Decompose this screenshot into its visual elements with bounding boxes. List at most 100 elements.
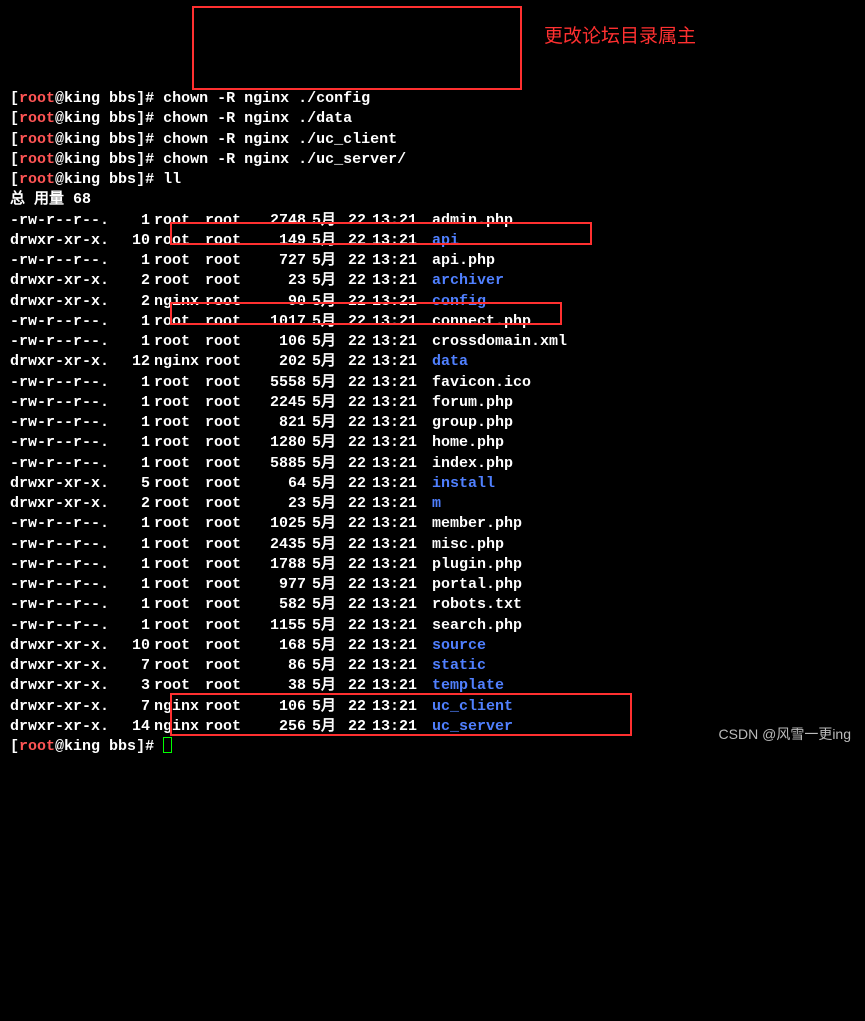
file-size: 106 (260, 332, 306, 352)
file-perm: drwxr-xr-x. (10, 676, 120, 696)
file-links: 10 (120, 231, 150, 251)
file-time: 13:21 (372, 595, 428, 615)
file-group: root (205, 595, 260, 615)
file-day: 22 (340, 616, 372, 636)
file-name: home.php (428, 433, 504, 453)
file-day: 22 (340, 251, 372, 271)
file-time: 13:21 (372, 352, 428, 372)
file-day: 22 (340, 352, 372, 372)
file-owner: root (150, 616, 205, 636)
file-time: 13:21 (372, 575, 428, 595)
file-owner: nginx (150, 352, 205, 372)
file-day: 22 (340, 454, 372, 474)
file-time: 13:21 (372, 494, 428, 514)
file-links: 2 (120, 292, 150, 312)
file-perm: -rw-r--r--. (10, 616, 120, 636)
file-name: forum.php (428, 393, 513, 413)
file-time: 13:21 (372, 555, 428, 575)
file-row: -rw-r--r--.1rootroot55585月2213:21favicon… (10, 373, 855, 393)
highlight-box-uc (170, 693, 632, 736)
file-name: robots.txt (428, 595, 522, 615)
file-group: root (205, 514, 260, 534)
file-day: 22 (340, 514, 372, 534)
file-row: -rw-r--r--.1rootroot7275月2213:21api.php (10, 251, 855, 271)
command-line: [root@king bbs]# chown -R nginx ./data (10, 109, 855, 129)
file-name: api.php (428, 251, 495, 271)
file-month: 5月 (306, 575, 340, 595)
file-row: drwxr-xr-x.2rootroot235月2213:21archiver (10, 271, 855, 291)
file-group: root (205, 373, 260, 393)
file-name: search.php (428, 616, 522, 636)
file-time: 13:21 (372, 616, 428, 636)
file-month: 5月 (306, 373, 340, 393)
file-time: 13:21 (372, 656, 428, 676)
file-size: 2435 (260, 535, 306, 555)
file-time: 13:21 (372, 271, 428, 291)
file-links: 1 (120, 535, 150, 555)
file-group: root (205, 251, 260, 271)
file-perm: -rw-r--r--. (10, 454, 120, 474)
file-row: -rw-r--r--.1rootroot58855月2213:21index.p… (10, 454, 855, 474)
file-perm: -rw-r--r--. (10, 251, 120, 271)
file-perm: drwxr-xr-x. (10, 494, 120, 514)
file-time: 13:21 (372, 393, 428, 413)
file-perm: -rw-r--r--. (10, 373, 120, 393)
file-links: 3 (120, 676, 150, 696)
file-perm: drwxr-xr-x. (10, 352, 120, 372)
file-name: crossdomain.xml (428, 332, 567, 352)
file-day: 22 (340, 595, 372, 615)
file-day: 22 (340, 433, 372, 453)
file-owner: root (150, 433, 205, 453)
file-month: 5月 (306, 494, 340, 514)
file-size: 821 (260, 413, 306, 433)
file-group: root (205, 616, 260, 636)
file-links: 7 (120, 697, 150, 717)
file-links: 1 (120, 413, 150, 433)
command-line: [root@king bbs]# chown -R nginx ./uc_ser… (10, 150, 855, 170)
command-line: [root@king bbs]# ll (10, 170, 855, 190)
file-group: root (205, 636, 260, 656)
file-group: root (205, 352, 260, 372)
file-time: 13:21 (372, 535, 428, 555)
file-name: data (428, 352, 468, 372)
file-links: 14 (120, 717, 150, 737)
file-group: root (205, 271, 260, 291)
file-links: 1 (120, 393, 150, 413)
file-size: 727 (260, 251, 306, 271)
file-owner: root (150, 454, 205, 474)
file-time: 13:21 (372, 332, 428, 352)
file-row: drwxr-xr-x.5rootroot645月2213:21install (10, 474, 855, 494)
file-name: static (428, 656, 486, 676)
cursor-icon (163, 737, 172, 753)
file-links: 1 (120, 575, 150, 595)
file-perm: drwxr-xr-x. (10, 697, 120, 717)
file-name: favicon.ico (428, 373, 531, 393)
file-month: 5月 (306, 535, 340, 555)
file-row: -rw-r--r--.1rootroot17885月2213:21plugin.… (10, 555, 855, 575)
file-size: 23 (260, 494, 306, 514)
file-row: -rw-r--r--.1rootroot24355月2213:21misc.ph… (10, 535, 855, 555)
file-perm: drwxr-xr-x. (10, 474, 120, 494)
file-month: 5月 (306, 332, 340, 352)
file-size: 5885 (260, 454, 306, 474)
file-month: 5月 (306, 433, 340, 453)
command-text: chown -R nginx ./data (163, 110, 352, 127)
file-day: 22 (340, 393, 372, 413)
file-row: -rw-r--r--.1rootroot1065月2213:21crossdom… (10, 332, 855, 352)
file-size: 977 (260, 575, 306, 595)
file-owner: root (150, 474, 205, 494)
file-links: 1 (120, 373, 150, 393)
file-links: 1 (120, 595, 150, 615)
file-owner: root (150, 494, 205, 514)
file-day: 22 (340, 474, 372, 494)
file-day: 22 (340, 535, 372, 555)
file-perm: drwxr-xr-x. (10, 292, 120, 312)
file-links: 2 (120, 271, 150, 291)
file-name: group.php (428, 413, 513, 433)
file-name: install (428, 474, 495, 494)
highlight-box-commands (192, 6, 522, 90)
file-owner: root (150, 555, 205, 575)
file-time: 13:21 (372, 373, 428, 393)
file-month: 5月 (306, 352, 340, 372)
command-text: chown -R nginx ./config (163, 90, 370, 107)
